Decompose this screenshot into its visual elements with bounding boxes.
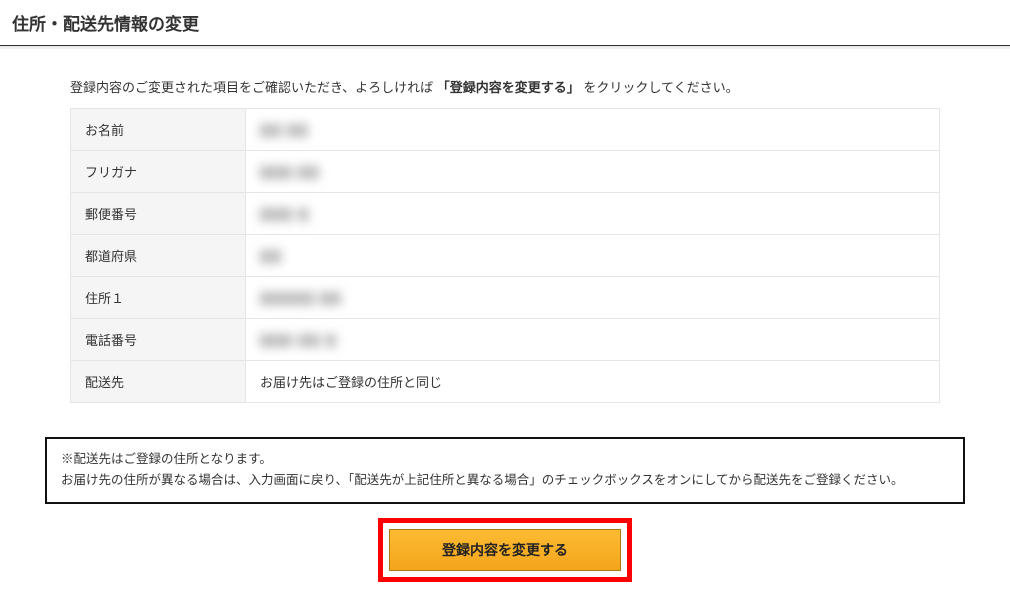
label-shipping: 配送先: [71, 361, 246, 403]
instruction-suffix: をクリックしてください。: [583, 80, 738, 95]
table-row: 郵便番号 ▇▇▇‑▇: [71, 193, 940, 235]
table-row: お名前 ▇▇ ▇▇: [71, 109, 940, 151]
instruction-bold: 「登録内容を変更する」: [437, 80, 580, 95]
table-row: 配送先 お届け先はご登録の住所と同じ: [71, 361, 940, 403]
label-prefecture: 都道府県: [71, 235, 246, 277]
submit-button[interactable]: 登録内容を変更する: [389, 529, 621, 571]
label-furigana: フリガナ: [71, 151, 246, 193]
note-box: ※配送先はご登録の住所となります。 お届け先の住所が異なる場合は、入力画面に戻り…: [45, 437, 965, 504]
value-phone: ▇▇▇‑▇▇‑▇: [246, 319, 940, 361]
note-line-2: お届け先の住所が異なる場合は、入力画面に戻り、「配送先が上記住所と異なる場合」の…: [61, 470, 949, 491]
highlight-frame: 登録内容を変更する: [378, 518, 632, 582]
table-row: 都道府県 ▇▇: [71, 235, 940, 277]
value-shipping: お届け先はご登録の住所と同じ: [246, 361, 940, 403]
page-title: 住所・配送先情報の変更: [0, 0, 1010, 46]
label-phone: 電話番号: [71, 319, 246, 361]
info-table: お名前 ▇▇ ▇▇ フリガナ ▇▇▇ ▇▇ 郵便番号 ▇▇▇‑▇ 都道府県 ▇▇…: [70, 108, 940, 403]
instruction-text: 登録内容のご変更された項目をご確認いただき、よろしければ 「登録内容を変更する」…: [70, 77, 940, 96]
table-row: 電話番号 ▇▇▇‑▇▇‑▇: [71, 319, 940, 361]
label-address1: 住所１: [71, 277, 246, 319]
value-furigana: ▇▇▇ ▇▇: [246, 151, 940, 193]
label-name: お名前: [71, 109, 246, 151]
value-prefecture: ▇▇: [246, 235, 940, 277]
title-separator: [0, 46, 1010, 49]
label-postal: 郵便番号: [71, 193, 246, 235]
page-title-text: 住所・配送先情報の変更: [12, 15, 199, 34]
table-row: フリガナ ▇▇▇ ▇▇: [71, 151, 940, 193]
note-line-1: ※配送先はご登録の住所となります。: [61, 449, 949, 470]
table-row: 住所１ ▇▇▇▇▇ ▇▇: [71, 277, 940, 319]
instruction-prefix: 登録内容のご変更された項目をご確認いただき、よろしければ: [70, 80, 433, 95]
button-area: 登録内容を変更する: [45, 518, 965, 582]
value-postal: ▇▇▇‑▇: [246, 193, 940, 235]
value-name: ▇▇ ▇▇: [246, 109, 940, 151]
value-address1: ▇▇▇▇▇ ▇▇: [246, 277, 940, 319]
